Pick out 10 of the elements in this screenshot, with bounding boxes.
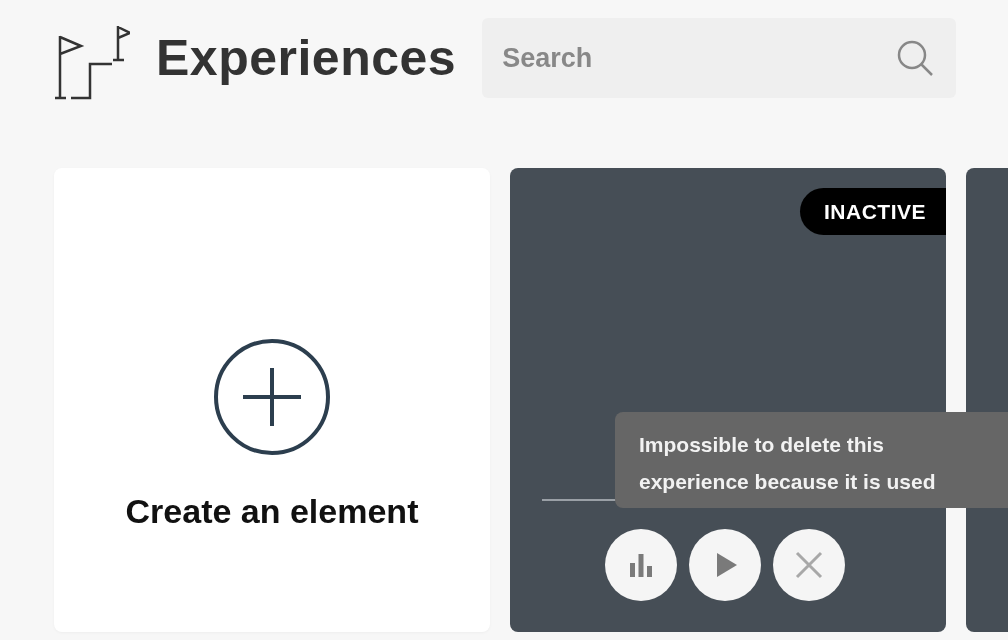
- search-icon: [896, 39, 935, 77]
- add-circle-icon: [213, 338, 331, 456]
- close-icon: [794, 550, 824, 580]
- flags-logo-icon: [54, 24, 130, 102]
- tooltip-text: Impossible to delete this experience because it is used: [639, 432, 937, 495]
- create-label: Create an element: [125, 492, 419, 531]
- create-card[interactable]: Create an element: [54, 168, 490, 632]
- status-badge: INACTIVE: [800, 188, 946, 235]
- page-title: Experiences: [156, 29, 457, 87]
- search-field[interactable]: Search: [482, 18, 957, 98]
